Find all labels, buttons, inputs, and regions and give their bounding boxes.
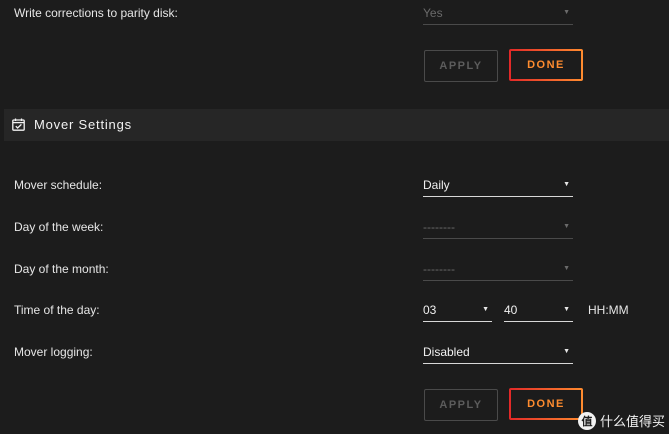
chevron-down-icon: ▼	[563, 306, 570, 313]
chevron-down-icon: ▼	[563, 9, 570, 16]
weekday-select: -------- ▼	[423, 217, 573, 239]
mover-settings-header: Mover Settings	[4, 109, 669, 141]
parity-correction-select: Yes ▼	[423, 3, 573, 25]
monthday-label: Day of the month:	[14, 262, 109, 276]
mover-schedule-value: Daily	[423, 178, 450, 192]
monthday-select: -------- ▼	[423, 259, 573, 281]
parity-apply-button: APPLY	[424, 50, 498, 82]
time-format-label: HH:MM	[588, 303, 629, 317]
mover-logging-label: Mover logging:	[14, 345, 93, 359]
hour-value: 03	[423, 303, 437, 317]
minute-select[interactable]: 40 ▼	[504, 300, 573, 322]
chevron-down-icon: ▼	[563, 223, 570, 230]
parity-done-button[interactable]: DONE	[509, 49, 583, 81]
monthday-value: --------	[423, 262, 455, 276]
mover-apply-button: APPLY	[424, 389, 498, 421]
weekday-value: --------	[423, 220, 455, 234]
watermark-text: 什么值得买	[599, 414, 665, 429]
mover-settings-title: Mover Settings	[34, 117, 132, 132]
chevron-down-icon: ▼	[482, 306, 489, 313]
mover-schedule-select[interactable]: Daily ▼	[423, 175, 573, 197]
mover-schedule-label: Mover schedule:	[14, 178, 103, 192]
chevron-down-icon: ▼	[563, 265, 570, 272]
mover-logging-select[interactable]: Disabled ▼	[423, 342, 573, 364]
parity-correction-value: Yes	[423, 6, 443, 20]
chevron-down-icon: ▼	[563, 181, 570, 188]
minute-value: 40	[504, 303, 518, 317]
calendar-check-icon	[12, 118, 25, 131]
parity-correction-label: Write corrections to parity disk:	[14, 6, 178, 20]
time-label: Time of the day:	[14, 303, 100, 317]
hour-select[interactable]: 03 ▼	[423, 300, 492, 322]
watermark-logo-icon: 值	[577, 411, 596, 430]
mover-logging-value: Disabled	[423, 345, 470, 359]
mover-done-button[interactable]: DONE	[509, 388, 583, 420]
weekday-label: Day of the week:	[14, 220, 104, 234]
watermark: 值 什么值得买	[577, 411, 665, 430]
chevron-down-icon: ▼	[563, 348, 570, 355]
